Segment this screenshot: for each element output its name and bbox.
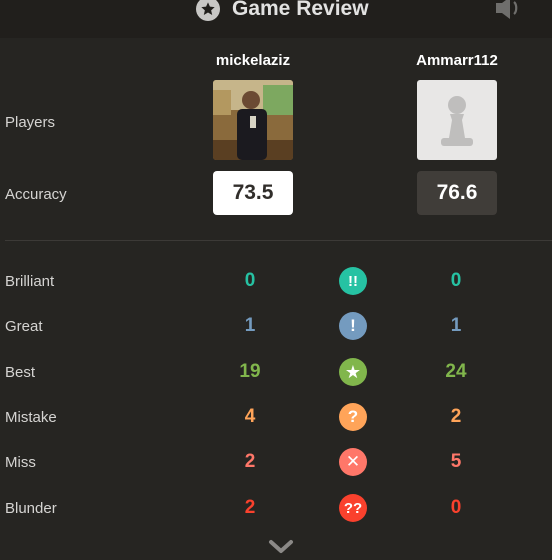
- page-title: Game Review: [232, 0, 369, 20]
- header-title-group: Game Review: [196, 0, 369, 26]
- accuracy-row-label: Accuracy: [5, 186, 67, 203]
- black-accuracy-value: 76.6: [417, 171, 497, 215]
- black-best-count: 24: [445, 361, 467, 382]
- black-player-name[interactable]: Ammarr112: [402, 52, 512, 69]
- review-star-icon: [196, 0, 220, 21]
- black-player-avatar[interactable]: [417, 80, 497, 160]
- white-accuracy-value: 73.5: [213, 171, 293, 215]
- players-row-label: Players: [5, 114, 56, 131]
- stat-label-miss: Miss: [5, 454, 36, 471]
- pawn-icon: [441, 96, 473, 146]
- black-blunder-count: 0: [450, 497, 462, 518]
- review-header: Game Review: [0, 0, 552, 38]
- section-divider: [5, 240, 552, 241]
- miss-icon: ✕: [339, 448, 367, 476]
- great-icon: !: [339, 312, 367, 340]
- blunder-icon: ??: [339, 494, 367, 522]
- white-brilliant-count: 0: [244, 270, 256, 291]
- white-miss-count: 2: [244, 451, 256, 472]
- stat-label-brilliant: Brilliant: [5, 273, 55, 290]
- white-best-count: 19: [239, 361, 261, 382]
- white-mistake-count: 4: [244, 406, 256, 427]
- stat-label-best: Best: [5, 364, 36, 381]
- brilliant-icon: !!: [339, 267, 367, 295]
- black-miss-count: 5: [450, 451, 462, 472]
- white-player-avatar[interactable]: [213, 80, 293, 160]
- stat-label-mistake: Mistake: [5, 409, 57, 426]
- chevron-down-icon[interactable]: [268, 538, 294, 556]
- best-icon: ★: [339, 358, 367, 386]
- stat-label-great: Great: [5, 318, 43, 335]
- black-great-count: 1: [450, 315, 462, 336]
- white-player-name[interactable]: mickelaziz: [198, 52, 308, 69]
- black-brilliant-count: 0: [450, 270, 462, 291]
- white-blunder-count: 2: [244, 497, 256, 518]
- black-mistake-count: 2: [450, 406, 462, 427]
- mistake-icon: ?: [339, 403, 367, 431]
- white-great-count: 1: [244, 315, 256, 336]
- speaker-icon[interactable]: [494, 0, 524, 21]
- stat-label-blunder: Blunder: [5, 500, 57, 517]
